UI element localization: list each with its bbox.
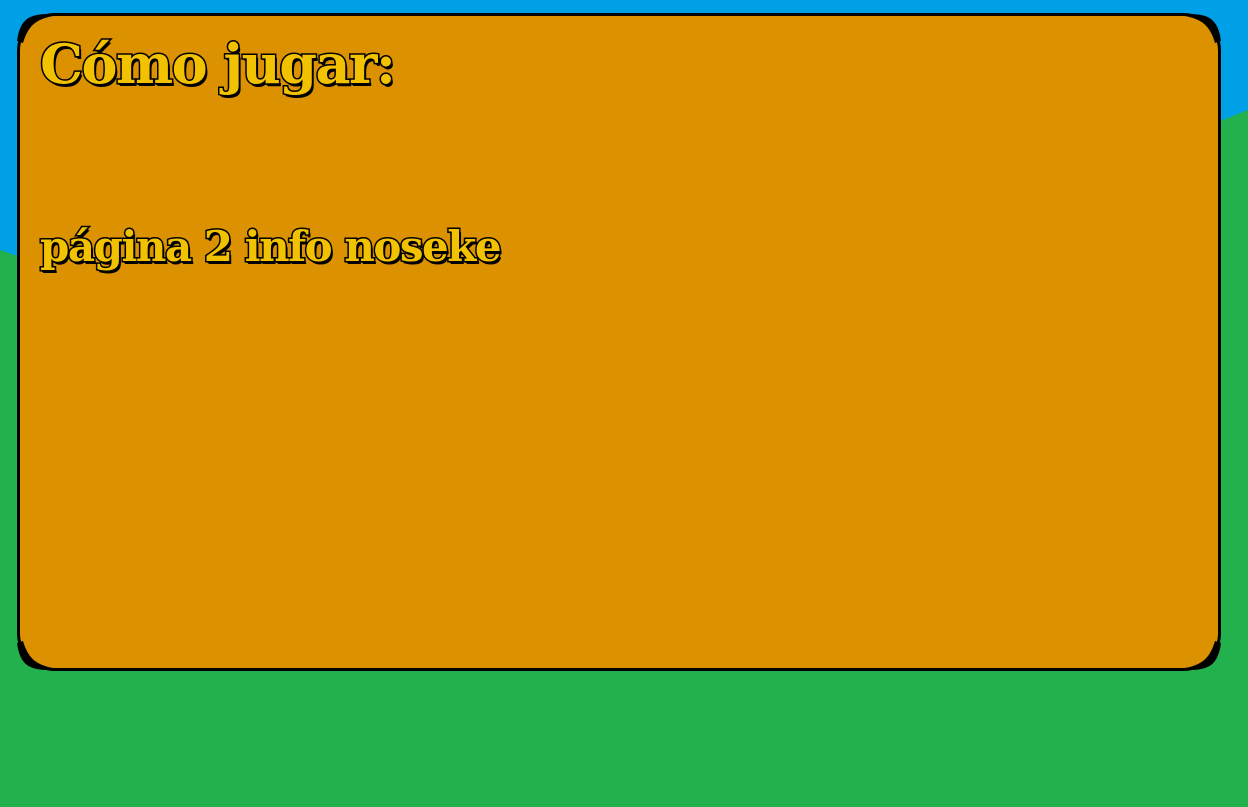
corner-ornament-top-left — [17, 13, 59, 43]
corner-ornament-bottom-right — [1179, 641, 1221, 671]
info-panel: Cómo jugar: página 2 info noseke — [17, 13, 1221, 671]
panel-title: Cómo jugar: — [38, 32, 397, 96]
panel-body-text: página 2 info noseke — [38, 221, 503, 273]
corner-ornament-bottom-left — [17, 641, 59, 671]
corner-ornament-top-right — [1179, 13, 1221, 43]
